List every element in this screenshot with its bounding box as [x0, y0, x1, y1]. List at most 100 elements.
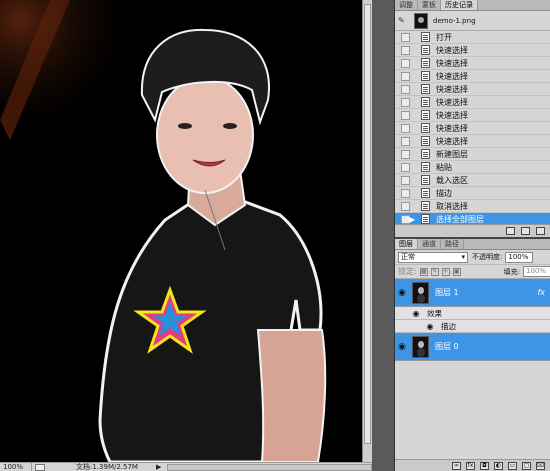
history-item[interactable]: 取消选择: [395, 200, 550, 213]
history-state-icon: [421, 97, 430, 107]
layer-row-1[interactable]: ◉ 图层 1 fx: [395, 279, 550, 307]
snapshot-name: demo-1.png: [433, 16, 476, 25]
fill-input[interactable]: 100%: [523, 266, 550, 277]
history-item-label: 新建图层: [436, 149, 468, 159]
history-item[interactable]: 新建图层: [395, 148, 550, 161]
effects-eye-icon[interactable]: ◉: [409, 309, 423, 318]
history-item-label: 粘贴: [436, 162, 452, 172]
lock-all-icon[interactable]: ▣: [452, 267, 461, 276]
layer-row-0[interactable]: ◉ 图层 0: [395, 333, 550, 361]
history-source-checkbox[interactable]: [401, 162, 410, 172]
effects-label: 效果: [427, 308, 442, 318]
history-item[interactable]: 描边: [395, 187, 550, 200]
history-source-checkbox[interactable]: [401, 110, 410, 120]
history-item[interactable]: 快速选择: [395, 70, 550, 83]
new-group-icon[interactable]: ▭: [508, 461, 517, 470]
tab-adjustments[interactable]: 调整: [395, 0, 418, 10]
blend-mode-select[interactable]: 正常: [398, 251, 468, 263]
history-item[interactable]: 载入选区: [395, 174, 550, 187]
adjustment-layer-icon[interactable]: ◐: [494, 461, 503, 470]
photoshop-window: 100% 文档:1.39M/2.57M ▶ 调整 蒙板 历史记录 ✎ demo-…: [0, 0, 550, 471]
history-state-icon: [421, 188, 430, 198]
history-panel: 调整 蒙板 历史记录 ✎ demo-1.png 打开 快速选择 快速选择 快速选择 快速…: [395, 0, 550, 237]
history-item[interactable]: 快速选择: [395, 109, 550, 122]
horizontal-scrollbar[interactable]: [167, 463, 372, 471]
history-item[interactable]: 快速选择: [395, 96, 550, 109]
layer-style-icon[interactable]: fx: [466, 461, 475, 470]
history-source-checkbox[interactable]: [401, 149, 410, 159]
vertical-scrollbar[interactable]: [362, 0, 372, 462]
history-source-checkbox[interactable]: [401, 84, 410, 94]
add-mask-icon[interactable]: ◘: [480, 461, 489, 470]
navigator-icon[interactable]: [35, 463, 45, 471]
history-brush-icon[interactable]: ✎: [398, 16, 406, 25]
history-source-checkbox[interactable]: [401, 201, 410, 211]
lock-position-icon[interactable]: ✛: [441, 267, 450, 276]
history-source-checkbox[interactable]: [401, 97, 410, 107]
history-item[interactable]: 快速选择: [395, 122, 550, 135]
panel-dock-gap: [372, 0, 394, 471]
history-state-icon: [421, 84, 430, 94]
tab-layers[interactable]: 图层: [395, 239, 418, 249]
tab-channels[interactable]: 通道: [418, 239, 441, 249]
fx-icon[interactable]: fx: [537, 288, 545, 297]
history-source-checkbox[interactable]: [401, 58, 410, 68]
layer-name: 图层 1: [435, 288, 459, 297]
tab-masks[interactable]: 蒙板: [418, 0, 441, 10]
history-source-checkbox[interactable]: [401, 175, 410, 185]
history-list: 打开 快速选择 快速选择 快速选择 快速选择 快速选择 快速选择 快速选择 快速选择 新建图层 粘贴…: [395, 31, 550, 226]
history-state-icon: [421, 32, 430, 42]
stroke-eye-icon[interactable]: ◉: [423, 322, 437, 331]
history-item[interactable]: 快速选择: [395, 83, 550, 96]
history-source-checkbox[interactable]: [401, 32, 410, 42]
history-item[interactable]: 快速选择: [395, 57, 550, 70]
history-item[interactable]: 快速选择: [395, 135, 550, 148]
history-state-icon: [421, 110, 430, 120]
status-menu-arrow-icon[interactable]: ▶: [156, 463, 161, 471]
history-source-checkbox[interactable]: [401, 71, 410, 81]
snapshot-thumbnail: [414, 12, 428, 29]
history-state-icon: [421, 201, 430, 211]
scrollbar-thumb[interactable]: [364, 4, 371, 444]
history-item-label: 取消选择: [436, 201, 468, 211]
history-footer: [395, 224, 550, 237]
tab-history[interactable]: 历史记录: [441, 0, 478, 10]
layers-lock-row: 锁定: ▦ ✎ ✛ ▣ 填充: 100%: [395, 265, 550, 279]
history-item-label: 快速选择: [436, 136, 468, 146]
history-item-label: 快速选择: [436, 84, 468, 94]
history-source-checkbox[interactable]: [401, 45, 410, 55]
trash-icon[interactable]: [536, 227, 545, 235]
lock-transparency-icon[interactable]: ▦: [419, 267, 428, 276]
new-layer-icon[interactable]: ▢: [522, 461, 531, 470]
zoom-level[interactable]: 100%: [0, 463, 32, 471]
new-document-from-state-icon[interactable]: [506, 227, 515, 235]
effects-row[interactable]: ◉ 效果: [395, 307, 550, 320]
layer-thumbnail: [412, 281, 429, 304]
document-size: 文档:1.39M/2.57M: [76, 463, 138, 471]
visibility-eye-icon[interactable]: ◉: [395, 342, 409, 352]
history-state-icon: [421, 162, 430, 172]
fill-label: 填充:: [503, 267, 520, 276]
history-item[interactable]: 打开: [395, 31, 550, 44]
history-source-checkbox[interactable]: [401, 136, 410, 146]
history-item-label: 选择全部图层: [436, 214, 484, 224]
stroke-effect-label: 描边: [441, 321, 456, 331]
document-canvas[interactable]: [0, 0, 362, 462]
visibility-eye-icon[interactable]: ◉: [395, 288, 409, 298]
new-snapshot-icon[interactable]: [521, 227, 530, 235]
history-snapshot[interactable]: ✎ demo-1.png: [395, 11, 550, 31]
history-item[interactable]: 粘贴: [395, 161, 550, 174]
opacity-input[interactable]: 100%: [505, 251, 534, 263]
tab-paths[interactable]: 路径: [441, 239, 464, 249]
link-layers-icon[interactable]: ∞: [452, 461, 461, 470]
stroke-effect-row[interactable]: ◉ 描边: [395, 320, 550, 333]
trash-icon[interactable]: ⌧: [536, 461, 545, 470]
layer-thumbnail: [412, 335, 429, 358]
lock-pixels-icon[interactable]: ✎: [430, 267, 439, 276]
history-state-icon: [421, 214, 430, 224]
history-item[interactable]: 快速选择: [395, 44, 550, 57]
history-source-checkbox[interactable]: [401, 188, 410, 198]
history-item-label: 快速选择: [436, 71, 468, 81]
history-item-label: 快速选择: [436, 58, 468, 68]
history-source-checkbox[interactable]: [401, 123, 410, 133]
